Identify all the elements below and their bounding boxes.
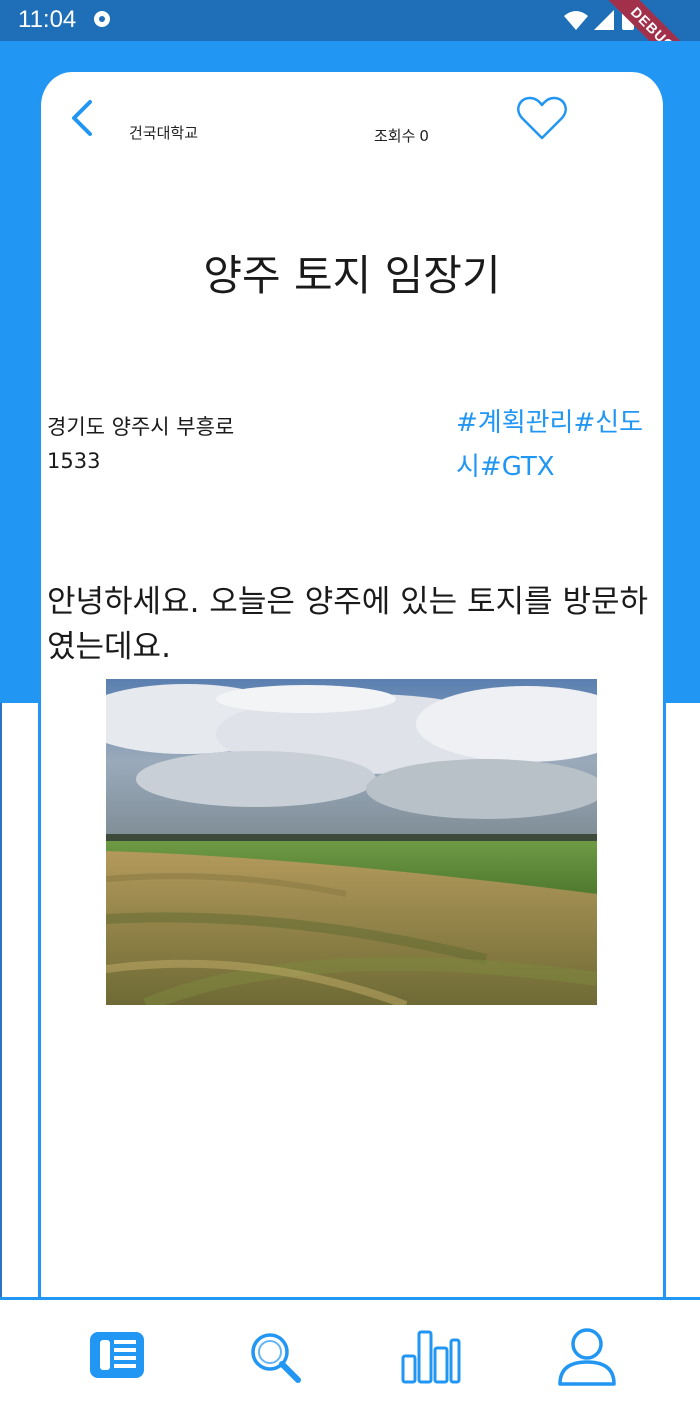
back-chevron-icon[interactable] bbox=[66, 98, 100, 138]
views-label: 조회수 bbox=[374, 127, 416, 145]
heart-icon[interactable] bbox=[516, 96, 568, 142]
post-tags[interactable]: #계획관리#신도시#GTX bbox=[456, 401, 666, 489]
wifi-icon bbox=[564, 11, 588, 30]
bar-chart-icon[interactable] bbox=[400, 1326, 462, 1388]
news-icon[interactable] bbox=[86, 1326, 148, 1388]
post-title: 양주 토지 임장기 bbox=[203, 251, 501, 300]
views-count: 0 bbox=[419, 127, 429, 145]
post-body: 안녕하세요. 오늘은 양주에 있는 토지를 방문하였는데요. bbox=[47, 584, 649, 665]
status-bar: 11:04 DEBUG bbox=[0, 0, 700, 97]
field-photo bbox=[106, 679, 597, 1005]
view-count: 조회수 0 bbox=[374, 125, 429, 146]
signal-icon bbox=[594, 10, 614, 30]
person-icon[interactable] bbox=[556, 1326, 618, 1388]
post-address: 경기도 양주시 부흥로 1533 bbox=[47, 415, 235, 473]
bottom-navigation bbox=[0, 1297, 700, 1408]
notification-icon bbox=[94, 11, 110, 27]
search-icon[interactable] bbox=[244, 1326, 306, 1388]
status-time: 11:04 bbox=[18, 6, 77, 33]
university-name: 건국대학교 bbox=[129, 124, 199, 142]
